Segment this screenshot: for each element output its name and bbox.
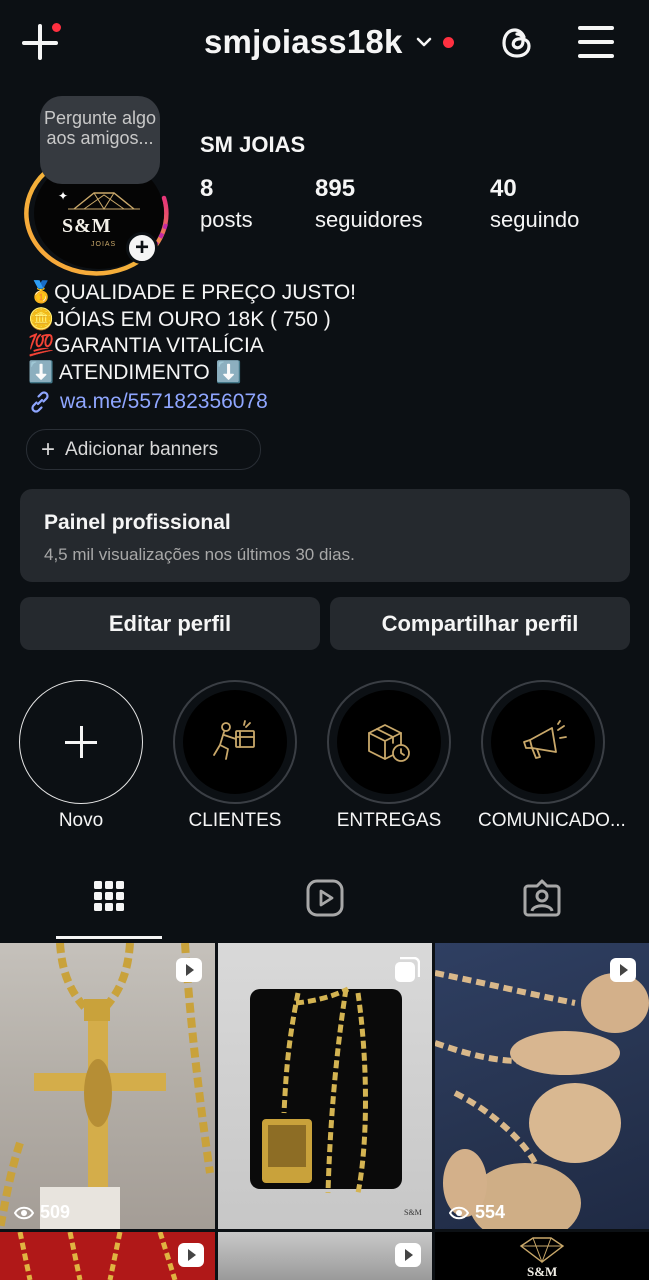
highlight-comunicado[interactable]: COMUNICADO... [478, 680, 626, 832]
carousel-icon [395, 957, 420, 982]
bio-line: 💯GARANTIA VITALÍCIA [28, 334, 264, 357]
highlight-label: Novo [58, 810, 104, 831]
grid-icon[interactable] [89, 878, 129, 918]
reels-badge-icon [395, 1243, 421, 1267]
link-icon [31, 391, 49, 413]
bio: 🥇QUALIDADE E PREÇO JUSTO! 🪙JÓIAS EM OURO… [28, 280, 628, 416]
eye-icon [14, 1206, 34, 1219]
reels-badge-icon [610, 958, 636, 982]
professional-dashboard[interactable]: Painel profissional 4,5 mil visualizaçõe… [20, 489, 630, 582]
dashboard-title: Painel profissional [44, 511, 231, 534]
brand-logo-image: S&M [519, 1237, 565, 1279]
stat-value: 8 [200, 175, 214, 202]
note-bubble[interactable]: Pergunte algo aos amigos... [40, 96, 160, 184]
view-count: 554 [449, 1202, 505, 1223]
highlight-entregas[interactable]: ENTREGAS [324, 680, 454, 832]
eye-icon [449, 1206, 469, 1219]
post-thumbnail[interactable]: S&M [435, 1232, 649, 1280]
stat-label: seguindo [490, 207, 580, 232]
medallion-pendants-image [435, 970, 649, 1229]
create-plus-icon[interactable] [22, 21, 63, 60]
bio-link-text: wa.me/557182356078 [60, 390, 268, 413]
dashboard-subtitle: 4,5 mil visualizações nos últimos 30 dia… [44, 545, 355, 564]
stat-label: posts [200, 207, 253, 232]
post-thumbnail[interactable]: S&M [218, 943, 432, 1229]
avatar-logo-subtext: JOIAS [91, 241, 117, 248]
delivery-person-icon [213, 720, 255, 760]
bio-line: 🥇QUALIDADE E PREÇO JUSTO! [28, 281, 356, 304]
highlight-label: CLIENTES [188, 810, 282, 831]
bio-line: 🪙JÓIAS EM OURO 18K ( 750 ) [28, 307, 331, 331]
view-count: 509 [14, 1202, 70, 1223]
reels-badge-icon [176, 958, 202, 982]
active-tab-indicator [56, 936, 162, 939]
notification-dot [442, 36, 454, 48]
menu-icon[interactable] [578, 26, 614, 58]
chain-pendant-image: S&M [250, 986, 422, 1217]
account-switcher[interactable]: smjoiass18k [204, 20, 454, 64]
note-bubble-text: Pergunte algo aos amigos... [43, 108, 157, 148]
posts-grid: 509 S&M 554 S&M [0, 943, 649, 1280]
stat-label: seguidores [315, 207, 423, 232]
sparkle-icon: ✦ [58, 189, 69, 203]
stat-posts[interactable]: 8 posts [200, 174, 253, 236]
reels-icon[interactable] [305, 878, 345, 918]
tagged-icon[interactable] [522, 878, 562, 918]
highlight-new[interactable]: Novo [16, 680, 146, 832]
display-name: SM JOIAS [200, 132, 306, 157]
watermark-text: S&M [404, 1208, 422, 1217]
share-profile-button[interactable]: Compartilhar perfil [330, 597, 630, 650]
add-story-icon[interactable]: + [126, 232, 158, 264]
top-bar: smjoiass18k [0, 0, 649, 88]
profile-tabs [0, 862, 649, 940]
view-count-text: 554 [475, 1202, 506, 1222]
post-thumbnail[interactable] [218, 1232, 432, 1280]
stat-value: 40 [490, 175, 517, 202]
bio-line: ⬇️ ATENDIMENTO ⬇️ [28, 360, 242, 384]
crucifix-pendant-image [0, 943, 214, 1229]
reels-badge-icon [178, 1243, 204, 1267]
edit-profile-button[interactable]: Editar perfil [20, 597, 320, 650]
highlight-label: COMUNICADO... [478, 810, 626, 831]
highlight-label: ENTREGAS [336, 810, 442, 831]
megaphone-icon [523, 720, 567, 759]
add-banners-label: Adicionar banners [65, 438, 219, 460]
view-count-text: 509 [40, 1202, 71, 1222]
highlight-clientes[interactable]: CLIENTES [170, 680, 300, 832]
avatar-logo-text: S&M [62, 215, 112, 237]
chevron-down-icon [416, 37, 431, 47]
plus-icon [19, 680, 143, 804]
plus-icon: + [41, 435, 56, 463]
threads-icon[interactable] [498, 24, 536, 62]
watermark-text: S&M [527, 1264, 557, 1279]
bio-link[interactable]: wa.me/557182356078 [28, 388, 628, 416]
profile-username: smjoiass18k [204, 23, 403, 60]
post-thumbnail[interactable] [0, 1232, 215, 1280]
stat-followers[interactable]: 895 seguidores [315, 174, 423, 236]
add-banners-button[interactable]: + Adicionar banners [26, 429, 261, 470]
stat-value: 895 [315, 175, 356, 202]
post-thumbnail[interactable]: 509 [0, 943, 215, 1229]
stat-following[interactable]: 40 seguindo [490, 174, 579, 236]
notification-dot [50, 21, 63, 34]
post-thumbnail[interactable]: 554 [435, 943, 649, 1229]
diamond-logo-icon [68, 192, 140, 210]
package-clock-icon [368, 724, 410, 762]
